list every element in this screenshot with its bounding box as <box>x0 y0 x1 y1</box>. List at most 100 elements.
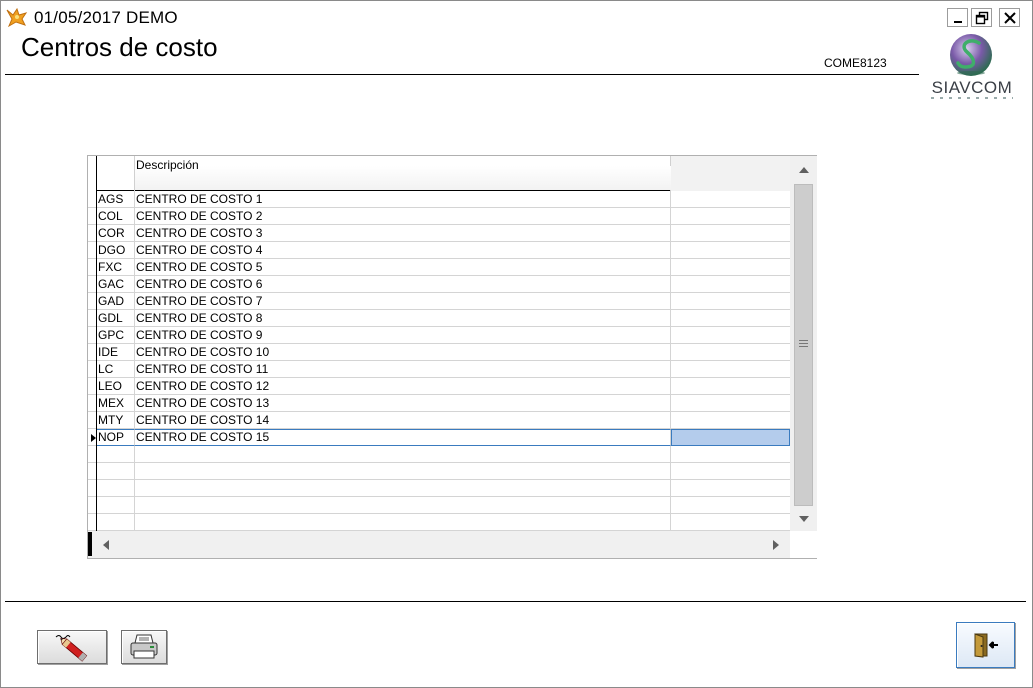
cell-extra[interactable] <box>671 395 790 412</box>
cell-extra[interactable] <box>671 463 790 480</box>
cell-code[interactable]: IDE <box>97 344 135 361</box>
cell-description[interactable]: CENTRO DE COSTO 8 <box>135 310 671 327</box>
table-row[interactable]: MEX CENTRO DE COSTO 13 <box>88 395 790 412</box>
row-selector[interactable] <box>88 327 97 344</box>
cell-extra[interactable] <box>671 344 790 361</box>
cell-extra[interactable] <box>671 480 790 497</box>
cell-description[interactable] <box>135 463 671 480</box>
row-selector[interactable] <box>88 361 97 378</box>
close-button[interactable] <box>999 8 1020 27</box>
cell-extra[interactable] <box>671 412 790 429</box>
vertical-scrollbar[interactable] <box>790 156 817 531</box>
cell-description[interactable] <box>135 446 671 463</box>
cell-code[interactable]: MTY <box>97 412 135 429</box>
row-selector[interactable] <box>88 429 97 446</box>
empty-row[interactable] <box>88 514 790 531</box>
print-button[interactable] <box>121 630 167 664</box>
cell-extra[interactable] <box>671 497 790 514</box>
row-selector[interactable] <box>88 480 97 497</box>
header-code[interactable] <box>97 156 135 191</box>
edit-button[interactable] <box>37 630 107 664</box>
table-row[interactable]: GPC CENTRO DE COSTO 9 <box>88 327 790 344</box>
cell-code[interactable]: GDL <box>97 310 135 327</box>
row-selector[interactable] <box>88 497 97 514</box>
cell-extra[interactable] <box>671 293 790 310</box>
empty-row[interactable] <box>88 480 790 497</box>
restore-button[interactable] <box>971 8 992 27</box>
cell-extra[interactable] <box>671 514 790 531</box>
row-selector[interactable] <box>88 259 97 276</box>
cell-code[interactable]: GAC <box>97 276 135 293</box>
cell-description[interactable]: CENTRO DE COSTO 12 <box>135 378 671 395</box>
cell-description[interactable]: CENTRO DE COSTO 13 <box>135 395 671 412</box>
cell-code[interactable]: COL <box>97 208 135 225</box>
cell-extra[interactable] <box>671 191 790 208</box>
cell-code[interactable] <box>97 514 135 531</box>
row-selector[interactable] <box>88 412 97 429</box>
cell-extra[interactable] <box>671 208 790 225</box>
cell-description[interactable]: CENTRO DE COSTO 11 <box>135 361 671 378</box>
exit-button[interactable] <box>956 622 1015 668</box>
cell-description[interactable]: CENTRO DE COSTO 14 <box>135 412 671 429</box>
table-row[interactable]: LEO CENTRO DE COSTO 12 <box>88 378 790 395</box>
cell-code[interactable]: MEX <box>97 395 135 412</box>
cell-description[interactable]: CENTRO DE COSTO 15 <box>135 429 671 446</box>
row-selector[interactable] <box>88 191 97 208</box>
table-row[interactable]: MTY CENTRO DE COSTO 14 <box>88 412 790 429</box>
scroll-thumb[interactable] <box>794 184 813 506</box>
cell-description[interactable]: CENTRO DE COSTO 6 <box>135 276 671 293</box>
table-row[interactable]: IDE CENTRO DE COSTO 10 <box>88 344 790 361</box>
cell-code[interactable]: COR <box>97 225 135 242</box>
cell-extra[interactable] <box>671 276 790 293</box>
cell-code[interactable] <box>97 463 135 480</box>
cell-description[interactable]: CENTRO DE COSTO 2 <box>135 208 671 225</box>
cell-description[interactable]: CENTRO DE COSTO 9 <box>135 327 671 344</box>
table-row[interactable]: GAD CENTRO DE COSTO 7 <box>88 293 790 310</box>
table-row[interactable]: NOP CENTRO DE COSTO 15 <box>88 429 790 446</box>
cell-extra[interactable] <box>671 378 790 395</box>
cost-centers-grid[interactable]: Descripción AGS CENTRO DE COSTO 1 COL CENTR… <box>87 155 817 559</box>
cell-extra[interactable] <box>671 429 790 446</box>
row-selector[interactable] <box>88 208 97 225</box>
cell-description[interactable] <box>135 497 671 514</box>
cell-code[interactable]: DGO <box>97 242 135 259</box>
scroll-up-button[interactable] <box>790 156 817 183</box>
cell-extra[interactable] <box>671 327 790 344</box>
table-row[interactable]: GDL CENTRO DE COSTO 8 <box>88 310 790 327</box>
cell-extra[interactable] <box>671 361 790 378</box>
cell-code[interactable] <box>97 497 135 514</box>
row-selector[interactable] <box>88 446 97 463</box>
empty-row[interactable] <box>88 446 790 463</box>
cell-code[interactable]: LC <box>97 361 135 378</box>
table-row[interactable]: GAC CENTRO DE COSTO 6 <box>88 276 790 293</box>
cell-extra[interactable] <box>671 310 790 327</box>
cell-code[interactable]: LEO <box>97 378 135 395</box>
row-selector[interactable] <box>88 514 97 531</box>
table-row[interactable]: LC CENTRO DE COSTO 11 <box>88 361 790 378</box>
cell-description[interactable]: CENTRO DE COSTO 1 <box>135 191 671 208</box>
row-selector[interactable] <box>88 463 97 480</box>
scroll-right-button[interactable] <box>766 531 786 558</box>
cell-description[interactable]: CENTRO DE COSTO 4 <box>135 242 671 259</box>
header-extra[interactable] <box>671 156 790 191</box>
cell-code[interactable]: FXC <box>97 259 135 276</box>
header-description[interactable]: Descripción <box>135 156 671 191</box>
row-selector[interactable] <box>88 378 97 395</box>
cell-description[interactable]: CENTRO DE COSTO 5 <box>135 259 671 276</box>
cell-code[interactable] <box>97 480 135 497</box>
cell-code[interactable] <box>97 446 135 463</box>
cell-description[interactable]: CENTRO DE COSTO 7 <box>135 293 671 310</box>
cell-code[interactable]: GAD <box>97 293 135 310</box>
cell-extra[interactable] <box>671 259 790 276</box>
minimize-button[interactable] <box>947 8 968 27</box>
empty-row[interactable] <box>88 497 790 514</box>
cell-code[interactable]: NOP <box>97 429 135 446</box>
cell-extra[interactable] <box>671 225 790 242</box>
cell-description[interactable] <box>135 514 671 531</box>
table-row[interactable]: COR CENTRO DE COSTO 3 <box>88 225 790 242</box>
cell-extra[interactable] <box>671 446 790 463</box>
row-selector[interactable] <box>88 293 97 310</box>
row-selector[interactable] <box>88 310 97 327</box>
cell-description[interactable] <box>135 480 671 497</box>
row-selector[interactable] <box>88 276 97 293</box>
